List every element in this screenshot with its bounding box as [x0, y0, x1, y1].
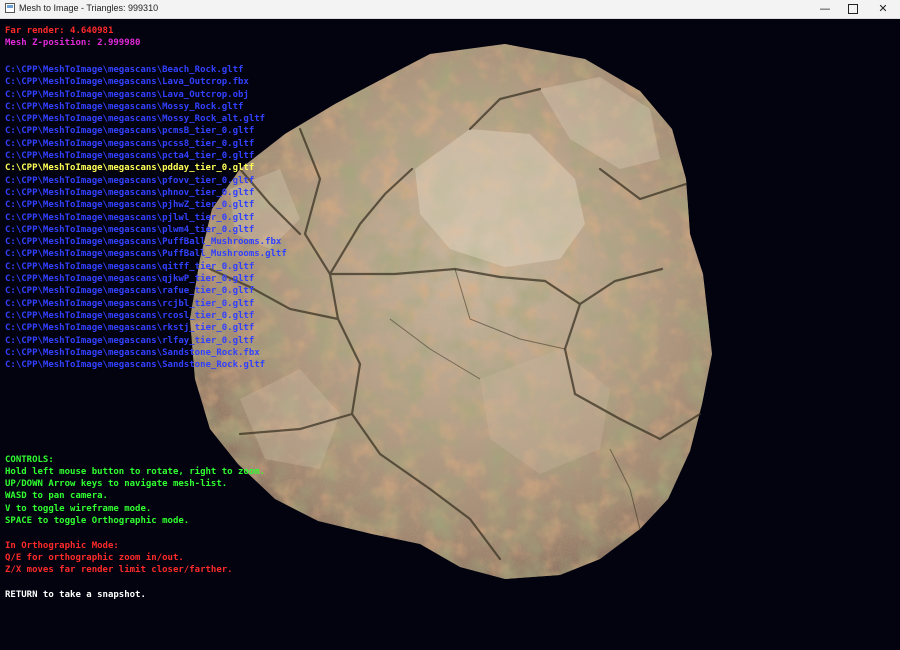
controls-header: CONTROLS:	[5, 455, 54, 465]
mesh-file-item[interactable]: C:\CPP\MeshToImage\megascans\rkstj_tier_…	[5, 322, 287, 334]
mesh-file-item-selected[interactable]: C:\CPP\MeshToImage\megascans\pdday_tier_…	[5, 162, 287, 174]
mesh-file-item[interactable]: C:\CPP\MeshToImage\megascans\PuffBall_Mu…	[5, 236, 287, 248]
mesh-file-item[interactable]: C:\CPP\MeshToImage\megascans\rcosl_tier_…	[5, 310, 287, 322]
controls-line: SPACE to toggle Orthographic mode.	[5, 516, 190, 526]
far-render-readout: Far render: 4.640981	[5, 26, 114, 36]
mesh-file-item[interactable]: C:\CPP\MeshToImage\megascans\plwm4_tier_…	[5, 224, 287, 236]
snapshot-hint: RETURN to take a snapshot.	[5, 590, 146, 600]
mesh-file-item[interactable]: C:\CPP\MeshToImage\megascans\Sandstone_R…	[5, 347, 287, 359]
mesh-file-item[interactable]: C:\CPP\MeshToImage\megascans\Lava_Outcro…	[5, 89, 287, 101]
mesh-file-item[interactable]: C:\CPP\MeshToImage\megascans\qitff_tier_…	[5, 261, 287, 273]
controls-line: Hold left mouse button to rotate, right …	[5, 467, 266, 477]
mesh-file-item[interactable]: C:\CPP\MeshToImage\megascans\Beach_Rock.…	[5, 64, 287, 76]
mesh-file-item[interactable]: C:\CPP\MeshToImage\megascans\pjhwZ_tier_…	[5, 199, 287, 211]
controls-line: V to toggle wireframe mode.	[5, 504, 152, 514]
mesh-file-item[interactable]: C:\CPP\MeshToImage\megascans\Lava_Outcro…	[5, 76, 287, 88]
mesh-z-readout: Mesh Z-position: 2.999980	[5, 38, 141, 48]
render-viewport[interactable]: Far render: 4.640981 Mesh Z-position: 2.…	[0, 19, 900, 650]
mesh-file-item[interactable]: C:\CPP\MeshToImage\megascans\pfovv_tier_…	[5, 175, 287, 187]
maximize-button[interactable]	[838, 0, 868, 18]
mesh-file-item[interactable]: C:\CPP\MeshToImage\megascans\pjlwl_tier_…	[5, 212, 287, 224]
mesh-file-item[interactable]: C:\CPP\MeshToImage\megascans\PuffBall_Mu…	[5, 248, 287, 260]
mesh-file-item[interactable]: C:\CPP\MeshToImage\megascans\phnov_tier_…	[5, 187, 287, 199]
controls-line: UP/DOWN Arrow keys to navigate mesh-list…	[5, 479, 228, 489]
mesh-file-item[interactable]: C:\CPP\MeshToImage\megascans\rlfay_tier_…	[5, 335, 287, 347]
app-icon	[5, 3, 15, 13]
mesh-file-item[interactable]: C:\CPP\MeshToImage\megascans\qjkwP_tier_…	[5, 273, 287, 285]
ortho-header: In Orthographic Mode:	[5, 541, 119, 551]
ortho-line: Z/X moves far render limit closer/farthe…	[5, 565, 233, 575]
mesh-file-item[interactable]: C:\CPP\MeshToImage\megascans\pcmsB_tier_…	[5, 125, 287, 137]
mesh-file-item[interactable]: C:\CPP\MeshToImage\megascans\rcjbl_tier_…	[5, 298, 287, 310]
mesh-file-item[interactable]: C:\CPP\MeshToImage\megascans\pcta4_tier_…	[5, 150, 287, 162]
minimize-button[interactable]: —	[810, 0, 840, 18]
maximize-icon	[848, 4, 858, 14]
window-titlebar[interactable]: Mesh to Image - Triangles: 999310 — ✕	[0, 0, 900, 19]
mesh-file-item[interactable]: C:\CPP\MeshToImage\megascans\Sandstone_R…	[5, 359, 287, 371]
ortho-line: Q/E for orthographic zoom in/out.	[5, 553, 184, 563]
mesh-file-item[interactable]: C:\CPP\MeshToImage\megascans\pcss8_tier_…	[5, 138, 287, 150]
mesh-file-item[interactable]: C:\CPP\MeshToImage\megascans\Mossy_Rock_…	[5, 113, 287, 125]
close-button[interactable]: ✕	[868, 0, 898, 18]
controls-line: WASD to pan camera.	[5, 491, 108, 501]
mesh-file-list[interactable]: C:\CPP\MeshToImage\megascans\Beach_Rock.…	[5, 64, 287, 371]
window-title: Mesh to Image - Triangles: 999310	[19, 3, 159, 13]
mesh-file-item[interactable]: C:\CPP\MeshToImage\megascans\Mossy_Rock.…	[5, 101, 287, 113]
mesh-file-item[interactable]: C:\CPP\MeshToImage\megascans\rafue_tier_…	[5, 285, 287, 297]
